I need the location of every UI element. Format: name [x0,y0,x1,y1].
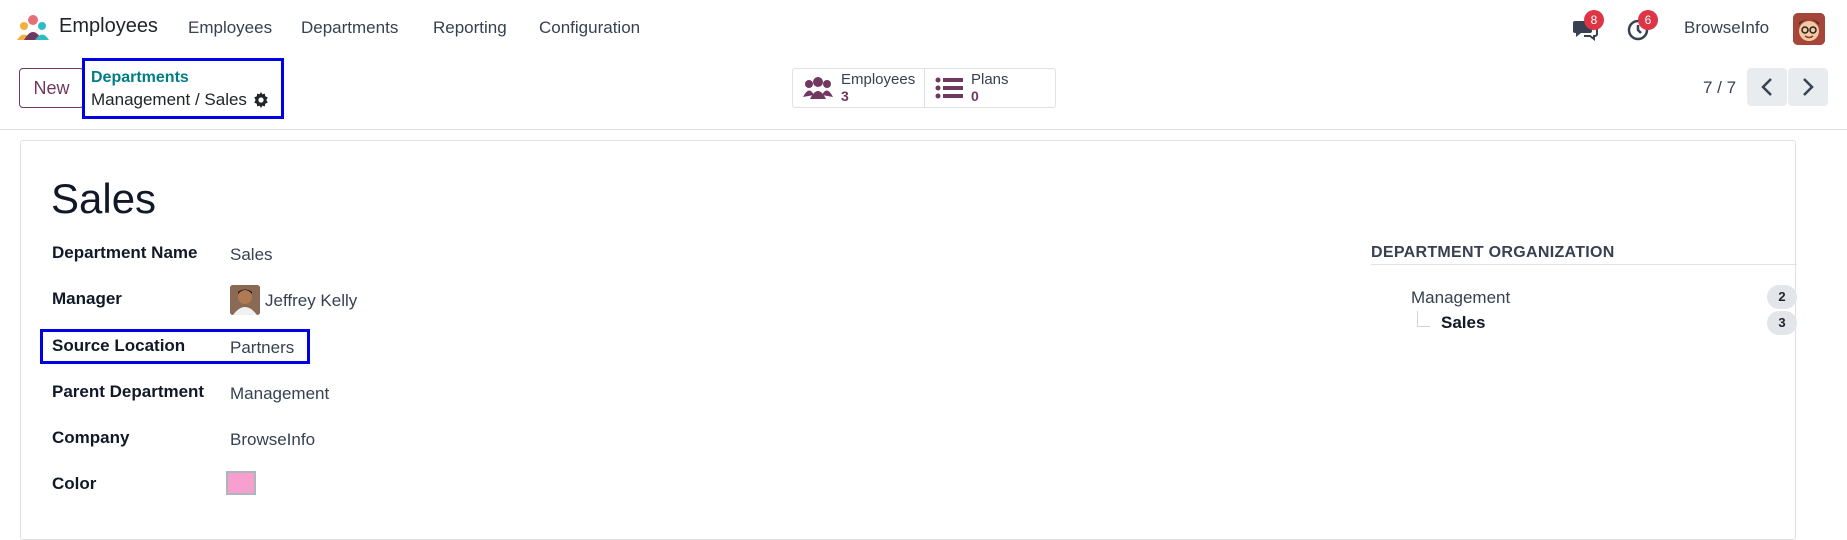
organization-divider [1371,264,1797,265]
top-navbar: Employees Employees Departments Reportin… [0,0,1847,56]
company-field[interactable]: BrowseInfo [230,430,315,450]
pager-next-button[interactable] [1788,68,1828,106]
menu-configuration[interactable]: Configuration [539,18,640,38]
user-name[interactable]: BrowseInfo [1684,18,1769,38]
employees-smart-value: 3 [841,88,849,104]
breadcrumb-current: Management / Sales [91,90,269,110]
activities-badge: 6 [1638,10,1658,30]
breadcrumb-current-label: Management / Sales [91,90,247,109]
department-name-field[interactable]: Sales [230,245,273,265]
chevron-right-icon [1803,78,1814,96]
plans-smart-value: 0 [971,88,979,104]
breadcrumb-departments-link[interactable]: Departments [91,69,189,87]
avatar-face-icon [1793,13,1825,45]
department-organization-title: DEPARTMENT ORGANIZATION [1371,244,1615,261]
source-location-label: Source Location [52,336,186,355]
menu-departments[interactable]: Departments [301,18,398,38]
list-icon [935,77,963,99]
app-logo-icon[interactable] [16,14,50,42]
menu-reporting[interactable]: Reporting [433,18,507,38]
org-item-sales[interactable]: Sales [1441,313,1485,333]
smart-buttons: Employees 3 Plans 0 [792,68,1056,108]
users-icon [803,77,833,99]
manager-label: Manager [52,289,122,308]
source-location-field[interactable]: Partners [230,338,294,358]
user-avatar[interactable] [1793,13,1825,45]
activities-button[interactable]: 6 [1626,10,1658,42]
parent-department-label: Parent Department [52,382,205,401]
plans-smart-label: Plans [971,71,1009,88]
department-name-label: Department Name [52,243,198,262]
plans-smart-button[interactable]: Plans 0 [924,69,1055,107]
manager-field[interactable]: Jeffrey Kelly [265,291,357,311]
manager-photo-icon [230,285,260,315]
employees-smart-label: Employees [841,71,916,88]
org-count-sales: 3 [1767,311,1797,335]
employees-smart-button[interactable]: Employees 3 [793,69,924,107]
parent-department-field[interactable]: Management [230,384,329,404]
org-count-management: 2 [1767,285,1797,309]
new-button[interactable]: New [19,68,84,108]
pager-previous-button[interactable] [1747,68,1787,106]
manager-avatar[interactable] [230,285,260,315]
pager-value[interactable]: 7 / 7 [1703,78,1736,98]
gear-icon[interactable] [253,92,269,108]
company-label: Company [52,428,130,447]
org-item-management[interactable]: Management [1411,288,1510,308]
tree-connector [1417,311,1430,327]
messages-button[interactable]: 8 [1572,10,1604,42]
messages-badge: 8 [1584,10,1604,30]
chevron-left-icon [1761,78,1772,96]
department-title[interactable]: Sales [51,175,156,223]
color-picker[interactable] [226,471,256,495]
breadcrumb: Departments Management / Sales [82,58,284,119]
app-name[interactable]: Employees [59,15,158,38]
color-label: Color [52,474,97,493]
control-panel: New Departments Management / Sales Emplo… [0,56,1847,130]
menu-employees[interactable]: Employees [188,18,272,38]
form-sheet: Sales Department Name Sales Manager Jeff… [20,140,1797,540]
